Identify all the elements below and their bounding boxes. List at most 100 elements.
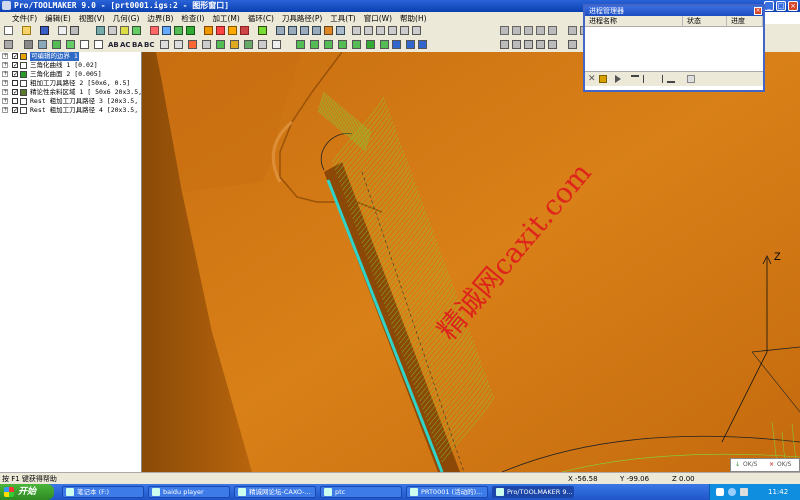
new-icon[interactable] bbox=[4, 26, 13, 35]
display-option-icon[interactable] bbox=[568, 26, 577, 35]
move-bottom-icon[interactable] bbox=[667, 75, 675, 83]
mesh-icon[interactable] bbox=[186, 26, 195, 35]
view-tool-icon[interactable] bbox=[202, 40, 211, 49]
column-status[interactable]: 状态 bbox=[683, 16, 727, 26]
menu-item[interactable]: 加工(M) bbox=[209, 13, 244, 24]
view-tool-icon[interactable] bbox=[160, 40, 169, 49]
expand-icon[interactable]: + bbox=[2, 62, 8, 68]
save-icon[interactable] bbox=[40, 26, 49, 35]
rotate-icon[interactable] bbox=[376, 26, 385, 35]
construct-ba-button[interactable]: BA bbox=[132, 39, 143, 51]
tree-item[interactable]: + ✓ Rest 粗加工刀具路径 4 [20x3.5, C bbox=[0, 106, 141, 115]
measure-icon[interactable] bbox=[96, 26, 105, 35]
view-tool-icon[interactable] bbox=[216, 40, 225, 49]
view-tool-icon[interactable] bbox=[296, 40, 305, 49]
tree-item[interactable]: + 粗加工刀具路径 2 [50x6, 0.5] bbox=[0, 79, 141, 88]
process-manager-titlebar[interactable]: 进程管理器 × bbox=[585, 6, 763, 16]
graphics-viewport[interactable]: Z 精诚网caxit.com bbox=[142, 52, 800, 472]
view-tool-icon[interactable] bbox=[406, 40, 415, 49]
taskbar-button[interactable]: 笔记本 (F:) bbox=[62, 486, 144, 498]
properties-icon[interactable] bbox=[687, 75, 695, 83]
column-name[interactable]: 进程名称 bbox=[585, 16, 683, 26]
menu-item[interactable]: 窗口(W) bbox=[360, 13, 396, 24]
toolpath-icon[interactable] bbox=[258, 26, 267, 35]
move-down-icon[interactable] bbox=[655, 75, 663, 83]
taskbar-button[interactable]: baidu player bbox=[148, 486, 230, 498]
expand-icon[interactable]: + bbox=[2, 89, 8, 95]
taskbar-button[interactable]: Pro/TOOLMAKER 9... bbox=[492, 486, 574, 498]
tool-icon[interactable] bbox=[228, 26, 237, 35]
play-icon[interactable] bbox=[615, 75, 621, 83]
view-tool-icon[interactable] bbox=[500, 40, 509, 49]
view-tool-icon[interactable] bbox=[536, 40, 545, 49]
display-option-icon[interactable] bbox=[524, 26, 533, 35]
open-icon[interactable] bbox=[22, 26, 31, 35]
view-tool-icon[interactable] bbox=[352, 40, 361, 49]
construct-bc-button[interactable]: BC bbox=[144, 39, 154, 51]
print-icon[interactable] bbox=[70, 26, 79, 35]
region-icon[interactable] bbox=[240, 26, 249, 35]
view-tool-icon[interactable] bbox=[418, 40, 427, 49]
delete-icon[interactable]: ✕ bbox=[588, 75, 596, 84]
menu-item[interactable]: 检查(I) bbox=[177, 13, 208, 24]
tree-item[interactable]: + Rest 粗加工刀具路径 3 [20x3.5, C bbox=[0, 97, 141, 106]
view-tool-icon[interactable] bbox=[244, 40, 253, 49]
expand-icon[interactable]: + bbox=[2, 98, 8, 104]
zoom-icon[interactable] bbox=[352, 26, 361, 35]
view-tool-icon[interactable] bbox=[310, 40, 319, 49]
view-tool-icon[interactable] bbox=[174, 40, 183, 49]
view-tool-icon[interactable] bbox=[380, 40, 389, 49]
wire-icon[interactable] bbox=[336, 26, 345, 35]
select-mode-icon[interactable] bbox=[80, 40, 89, 49]
display-option-icon[interactable] bbox=[500, 26, 509, 35]
menu-item[interactable]: 循环(C) bbox=[244, 13, 278, 24]
menu-item[interactable]: 刀具路径(P) bbox=[278, 13, 326, 24]
view-tool-icon[interactable] bbox=[230, 40, 239, 49]
taskbar-button[interactable]: PRT0001 (活动的)... bbox=[406, 486, 488, 498]
point-icon[interactable] bbox=[108, 26, 117, 35]
shade-icon[interactable] bbox=[324, 26, 333, 35]
view-tool-icon[interactable] bbox=[568, 40, 577, 49]
select-mode-icon[interactable] bbox=[24, 40, 33, 49]
view-tool-icon[interactable] bbox=[272, 40, 281, 49]
expand-icon[interactable]: + bbox=[2, 80, 8, 86]
view-tool-icon[interactable] bbox=[524, 40, 533, 49]
menu-item[interactable]: 编辑(E) bbox=[41, 13, 75, 24]
network-icon[interactable] bbox=[728, 488, 736, 496]
pause-icon[interactable] bbox=[599, 75, 607, 83]
display-option-icon[interactable] bbox=[512, 26, 521, 35]
tree-item[interactable]: + ✓ 可编辑的边界 1 bbox=[0, 52, 141, 61]
start-button[interactable]: 开始 bbox=[0, 484, 54, 500]
copy-icon[interactable] bbox=[58, 26, 67, 35]
volume-icon[interactable] bbox=[740, 488, 748, 496]
redraw-icon[interactable] bbox=[412, 26, 421, 35]
close-button[interactable]: × bbox=[788, 1, 798, 11]
arc-icon[interactable] bbox=[132, 26, 141, 35]
visibility-checkbox[interactable]: ✓ bbox=[12, 62, 18, 69]
select-mode-icon[interactable] bbox=[4, 40, 13, 49]
minimize-button[interactable]: _ bbox=[764, 1, 774, 11]
refresh-icon[interactable] bbox=[400, 26, 409, 35]
visibility-checkbox[interactable] bbox=[12, 80, 18, 86]
visibility-checkbox[interactable]: ✓ bbox=[12, 107, 18, 114]
view-tool-icon[interactable] bbox=[338, 40, 347, 49]
display-option-icon[interactable] bbox=[536, 26, 545, 35]
expand-icon[interactable]: + bbox=[2, 53, 8, 59]
taskbar-button[interactable]: 精诚网论坛-CAXO-... bbox=[234, 486, 316, 498]
display-option-icon[interactable] bbox=[548, 26, 557, 35]
construct-ac-button[interactable]: AC bbox=[120, 39, 131, 51]
menu-item[interactable]: 几何(G) bbox=[109, 13, 144, 24]
view-front-icon[interactable] bbox=[288, 26, 297, 35]
column-progress[interactable]: 进度 bbox=[727, 16, 763, 26]
select-mode-icon[interactable] bbox=[38, 40, 47, 49]
close-icon[interactable]: × bbox=[754, 7, 762, 15]
view-tool-icon[interactable] bbox=[392, 40, 401, 49]
check-icon[interactable] bbox=[216, 26, 225, 35]
visibility-checkbox[interactable]: ✓ bbox=[12, 71, 18, 78]
move-up-icon[interactable] bbox=[643, 75, 651, 83]
expand-icon[interactable]: + bbox=[2, 71, 8, 77]
line-icon[interactable] bbox=[120, 26, 129, 35]
view-top-icon[interactable] bbox=[276, 26, 285, 35]
box-icon[interactable] bbox=[162, 26, 171, 35]
tray-icon[interactable] bbox=[716, 488, 724, 496]
